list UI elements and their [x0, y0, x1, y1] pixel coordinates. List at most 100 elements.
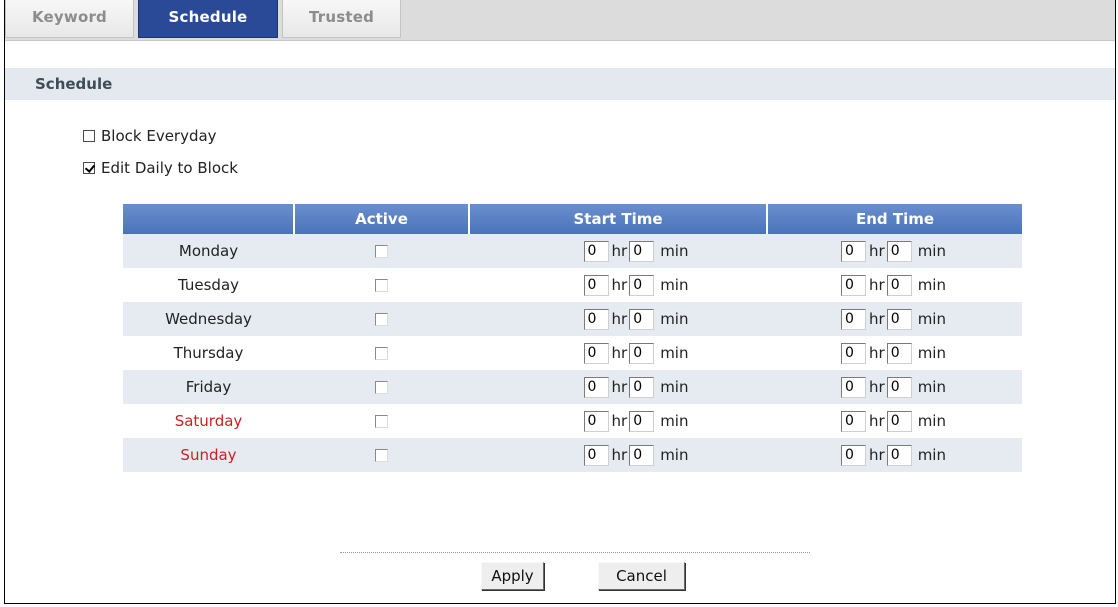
day-cell: Friday — [123, 370, 294, 404]
block-everyday-label: Block Everyday — [101, 127, 217, 145]
active-cell — [294, 268, 469, 302]
apply-button[interactable]: Apply — [481, 562, 544, 590]
end-hour-input[interactable] — [841, 308, 866, 330]
active-checkbox[interactable] — [375, 415, 388, 428]
start-time-group: hr min — [583, 240, 691, 262]
active-checkbox[interactable] — [375, 449, 388, 462]
hr-label: hr — [869, 276, 885, 294]
start-time-cell: hr min — [469, 302, 767, 336]
schedule-panel: Keyword Schedule Trusted Schedule Block … — [4, 0, 1116, 604]
end-time-group: hr min — [841, 342, 948, 364]
end-minute-input[interactable] — [886, 274, 912, 296]
schedule-rows: MondayhrminhrminTuesdayhrminhrminWednesd… — [123, 234, 1022, 472]
start-time-group: hr min — [583, 342, 691, 364]
start-hour-input[interactable] — [583, 308, 609, 330]
start-time-group: hr min — [583, 308, 691, 330]
start-hour-input[interactable] — [583, 376, 609, 398]
tab-bar: Keyword Schedule Trusted — [5, 0, 1115, 41]
header-start-time: Start Time — [468, 204, 767, 234]
day-label: Saturday — [174, 412, 243, 430]
min-label: min — [660, 276, 689, 294]
active-checkbox[interactable] — [375, 381, 388, 394]
active-cell — [294, 370, 469, 404]
day-cell: Sunday — [123, 438, 294, 472]
end-hour-input[interactable] — [841, 444, 866, 466]
day-label: Friday — [185, 378, 232, 396]
end-time-cell: hr min — [767, 234, 1022, 268]
min-label: min — [917, 412, 946, 430]
min-label: min — [917, 310, 946, 328]
table-row: Wednesday hr min hr min — [123, 302, 1022, 336]
tab-keyword[interactable]: Keyword — [5, 0, 134, 38]
end-hour-input[interactable] — [841, 376, 866, 398]
start-time-cell: hr min — [469, 268, 767, 302]
header-end-time: End Time — [766, 204, 1022, 234]
cancel-button[interactable]: Cancel — [598, 562, 685, 590]
active-cell — [294, 438, 469, 472]
start-time-cell: hr min — [469, 336, 767, 370]
day-cell: Tuesday — [123, 268, 294, 302]
section-header: Schedule — [5, 68, 1115, 100]
end-minute-input[interactable] — [886, 240, 912, 262]
min-label: min — [917, 242, 946, 260]
start-time-group: hr min — [583, 410, 691, 432]
active-checkbox[interactable] — [375, 245, 388, 258]
end-hour-input[interactable] — [841, 274, 866, 296]
day-cell: Wednesday — [123, 302, 294, 336]
start-hour-input[interactable] — [583, 342, 609, 364]
tab-trusted[interactable]: Trusted — [282, 0, 401, 38]
start-minute-input[interactable] — [629, 274, 655, 296]
table-row: Monday hr min hr min — [123, 234, 1022, 268]
min-label: min — [660, 242, 689, 260]
day-label: Monday — [178, 242, 239, 260]
start-minute-input[interactable] — [629, 342, 655, 364]
active-cell — [294, 234, 469, 268]
edit-daily-checkbox[interactable] — [83, 162, 95, 174]
min-label: min — [917, 276, 946, 294]
end-hour-input[interactable] — [841, 410, 866, 432]
start-minute-input[interactable] — [629, 444, 655, 466]
end-hour-input[interactable] — [841, 240, 866, 262]
day-label: Thursday — [173, 344, 244, 362]
tab-schedule[interactable]: Schedule — [138, 0, 278, 38]
min-label: min — [917, 446, 946, 464]
end-time-group: hr min — [841, 240, 948, 262]
table-row: Saturday hr min hr min — [123, 404, 1022, 438]
start-minute-input[interactable] — [629, 376, 655, 398]
hr-label: hr — [869, 344, 885, 362]
start-hour-input[interactable] — [583, 410, 609, 432]
hr-label: hr — [869, 446, 885, 464]
day-cell: Saturday — [123, 404, 294, 438]
table-row: Friday hr min hr min — [123, 370, 1022, 404]
start-hour-input[interactable] — [583, 444, 609, 466]
end-hour-input[interactable] — [841, 342, 866, 364]
day-label: Tuesday — [177, 276, 240, 294]
active-checkbox[interactable] — [375, 313, 388, 326]
block-everyday-checkbox[interactable] — [83, 130, 95, 142]
start-hour-input[interactable] — [583, 274, 609, 296]
end-time-cell: hr min — [767, 268, 1022, 302]
edit-daily-option[interactable]: Edit Daily to Block — [83, 158, 238, 178]
end-time-group: hr min — [841, 308, 948, 330]
end-minute-input[interactable] — [886, 342, 912, 364]
end-time-cell: hr min — [767, 438, 1022, 472]
start-hour-input[interactable] — [583, 240, 609, 262]
block-everyday-option[interactable]: Block Everyday — [83, 126, 217, 146]
active-cell — [294, 302, 469, 336]
end-minute-input[interactable] — [886, 444, 912, 466]
end-minute-input[interactable] — [886, 308, 912, 330]
end-time-group: hr min — [841, 444, 948, 466]
start-time-cell: hr min — [469, 404, 767, 438]
hr-label: hr — [611, 412, 628, 430]
start-minute-input[interactable] — [629, 410, 655, 432]
active-checkbox[interactable] — [375, 279, 388, 292]
start-minute-input[interactable] — [629, 240, 655, 262]
table-row: Sunday hr min hr min — [123, 438, 1022, 472]
hr-label: hr — [611, 378, 628, 396]
start-minute-input[interactable] — [629, 308, 655, 330]
end-minute-input[interactable] — [886, 376, 912, 398]
end-minute-input[interactable] — [886, 410, 912, 432]
min-label: min — [660, 344, 689, 362]
active-checkbox[interactable] — [375, 347, 388, 360]
start-time-cell: hr min — [469, 438, 767, 472]
